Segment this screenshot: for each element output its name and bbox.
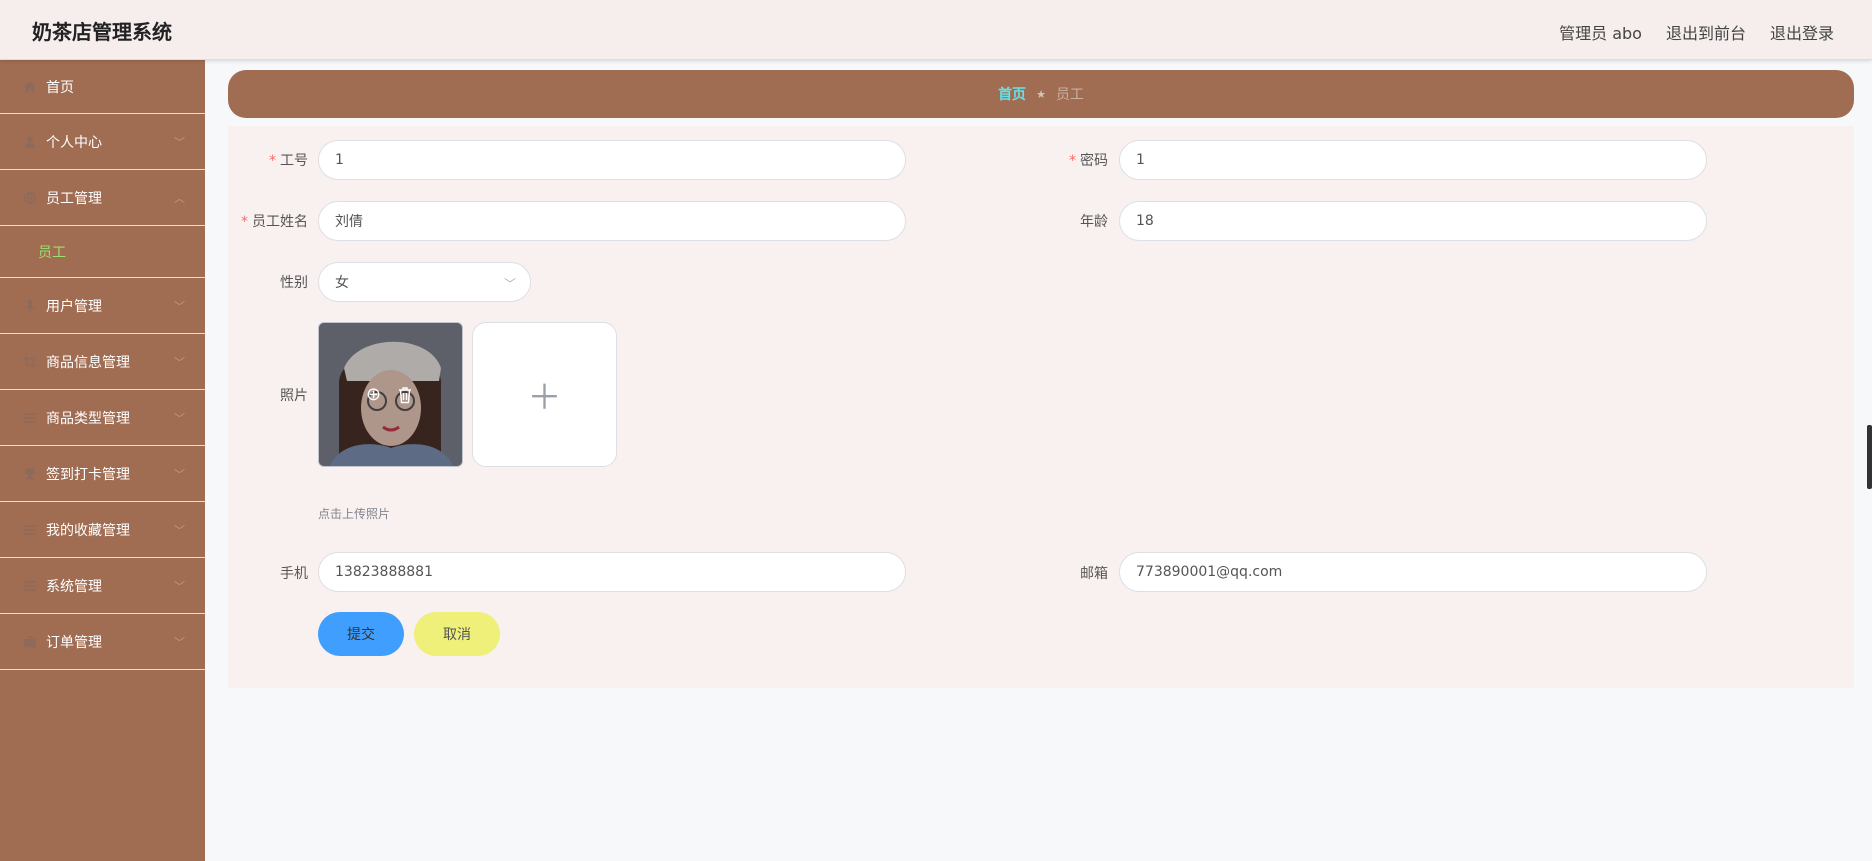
- sidebar-item-label: 签到打卡管理: [46, 466, 130, 483]
- sidebar-item-personal-center[interactable]: 个人中心 ﹀: [0, 114, 205, 170]
- sidebar-item-home[interactable]: 首页: [0, 60, 205, 114]
- admin-name: 管理员 abo: [1559, 24, 1642, 43]
- gender-select-value: 女: [335, 275, 349, 291]
- chevron-down-icon: ﹀: [174, 411, 185, 425]
- chevron-down-icon: ﹀: [174, 579, 185, 593]
- stamp-icon: [22, 466, 38, 482]
- list-icon: [22, 410, 38, 426]
- job-no-label: * 工号: [269, 153, 308, 169]
- password-label: * 密码: [1069, 153, 1108, 169]
- briefcase-icon: [22, 634, 38, 650]
- job-no-input[interactable]: 1: [318, 140, 906, 180]
- chevron-up-icon: ︿: [174, 191, 185, 205]
- app-title: 奶茶店管理系统: [32, 20, 172, 44]
- sidebar-item-user-management[interactable]: 用户管理 ﹀: [0, 278, 205, 334]
- sidebar-item-checkin[interactable]: 签到打卡管理 ﹀: [0, 446, 205, 502]
- sidebar-item-label: 订单管理: [46, 634, 102, 651]
- gender-label: 性别: [280, 275, 308, 291]
- photo-actions: ⊕: [319, 323, 462, 466]
- cancel-button[interactable]: 取消: [414, 612, 500, 656]
- scrollbar-thumb[interactable]: [1867, 425, 1872, 489]
- password-input[interactable]: 1: [1119, 140, 1707, 180]
- photo-label: 照片: [280, 388, 308, 404]
- list-icon: [22, 522, 38, 538]
- sidebar-item-label: 商品类型管理: [46, 410, 130, 427]
- mic-icon: [22, 298, 38, 314]
- sidebar-subitem-staff[interactable]: 员工: [0, 226, 205, 278]
- delete-icon[interactable]: [397, 386, 419, 404]
- breadcrumb: 首页 ★ 员工: [228, 70, 1854, 118]
- sidebar-item-label: 我的收藏管理: [46, 522, 130, 539]
- chevron-down-icon: ﹀: [174, 135, 185, 149]
- star-separator-icon: ★: [1036, 87, 1046, 101]
- email-label: 邮箱: [1080, 566, 1108, 582]
- home-icon: [22, 79, 38, 95]
- uploaded-photo[interactable]: ⊕: [318, 322, 463, 467]
- zoom-in-icon[interactable]: ⊕: [363, 384, 385, 405]
- age-label: 年龄: [1080, 214, 1108, 230]
- sidebar-item-label: 系统管理: [46, 578, 102, 595]
- plus-icon: ＋: [527, 378, 562, 418]
- phone-input[interactable]: 13823888881: [318, 552, 906, 592]
- sidebar-item-label: 用户管理: [46, 298, 102, 315]
- breadcrumb-current: 员工: [1055, 87, 1084, 103]
- email-input[interactable]: 773890001@qq.com: [1119, 552, 1707, 592]
- sidebar-item-product-type[interactable]: 商品类型管理 ﹀: [0, 390, 205, 446]
- phone-label: 手机: [280, 566, 308, 582]
- sidebar-item-label: 个人中心: [46, 134, 102, 151]
- breadcrumb-home[interactable]: 首页: [998, 84, 1026, 104]
- sidebar: 首页 个人中心 ﹀ 员工管理 ︿ 员工 用户管理 ﹀ 商品信息管理 ﹀ 商品类型…: [0, 60, 205, 861]
- sidebar-item-favorites[interactable]: 我的收藏管理 ﹀: [0, 502, 205, 558]
- photo-upload-tip: 点击上传照片: [318, 507, 391, 521]
- sidebar-item-label: 员工管理: [46, 190, 102, 207]
- age-input[interactable]: 18: [1119, 201, 1707, 241]
- sidebar-item-product-info[interactable]: 商品信息管理 ﹀: [0, 334, 205, 390]
- submit-button[interactable]: 提交: [318, 612, 404, 656]
- sidebar-item-system[interactable]: 系统管理 ﹀: [0, 558, 205, 614]
- sidebar-item-orders[interactable]: 订单管理 ﹀: [0, 614, 205, 670]
- crop-icon: [22, 354, 38, 370]
- chevron-down-icon: ﹀: [174, 523, 185, 537]
- photo-upload-button[interactable]: ＋: [472, 322, 617, 467]
- logout-link[interactable]: 退出登录: [1770, 20, 1834, 44]
- sidebar-item-label: 商品信息管理: [46, 354, 130, 371]
- exit-to-front-link[interactable]: 退出到前台: [1666, 20, 1746, 44]
- chevron-down-icon: ﹀: [174, 299, 185, 313]
- top-actions: 管理员 abo 退出到前台 退出登录: [1559, 20, 1834, 44]
- chevron-down-icon: ﹀: [174, 355, 185, 369]
- sliders-icon: [22, 578, 38, 594]
- gender-select[interactable]: 女 ﹀: [318, 262, 531, 302]
- chevron-down-icon: ﹀: [174, 467, 185, 481]
- globe-icon: [22, 190, 38, 206]
- chevron-down-icon: ﹀: [174, 635, 185, 649]
- top-bar: 奶茶店管理系统 管理员 abo 退出到前台 退出登录: [0, 0, 1872, 60]
- sidebar-item-label: 首页: [46, 79, 74, 96]
- name-label: * 员工姓名: [241, 214, 308, 230]
- user-icon: [22, 134, 38, 150]
- chevron-down-icon: ﹀: [503, 277, 516, 291]
- name-input[interactable]: 刘倩: [318, 201, 906, 241]
- sidebar-item-staff-management[interactable]: 员工管理 ︿: [0, 170, 205, 226]
